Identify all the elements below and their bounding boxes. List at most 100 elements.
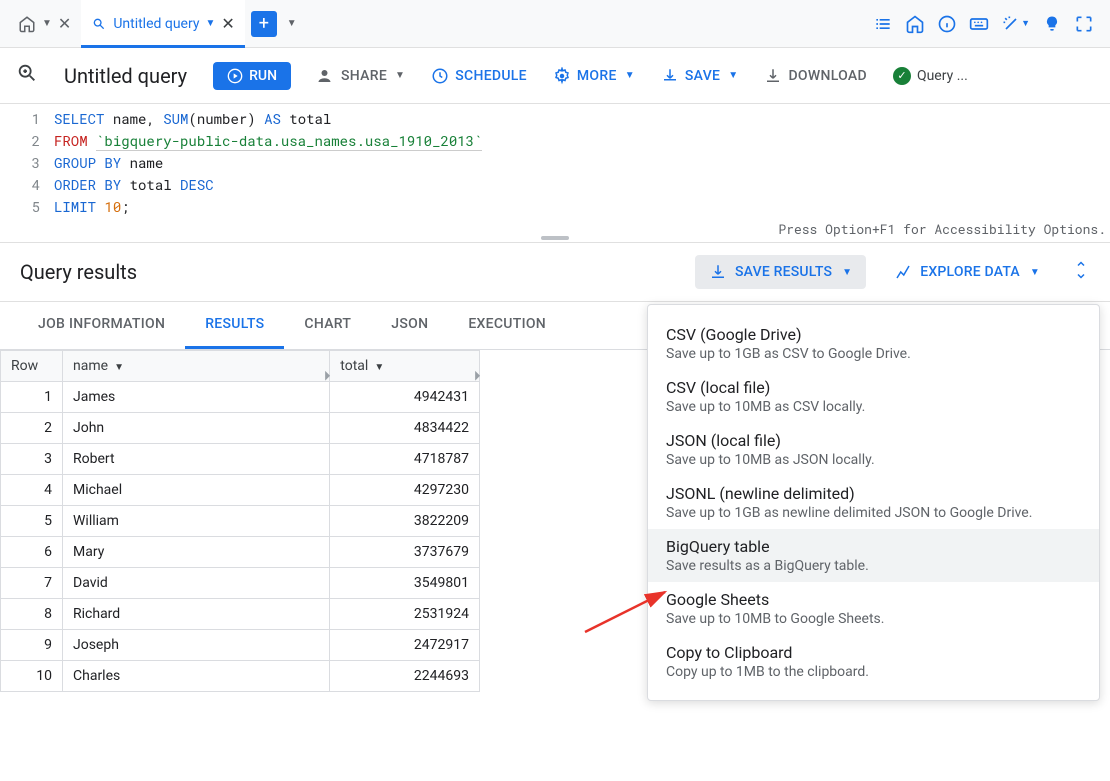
cell-row: 10 — [1, 661, 63, 692]
sort-icon: ▼ — [374, 362, 384, 373]
table-row[interactable]: 6Mary3737679 — [1, 537, 480, 568]
cell-total: 2531924 — [330, 599, 480, 630]
cell-name: Joseph — [63, 630, 330, 661]
results-title: Query results — [20, 260, 695, 284]
header-name[interactable]: name▼◢ — [63, 351, 330, 382]
list-icon[interactable] — [873, 14, 893, 34]
cell-total: 4834422 — [330, 413, 480, 444]
dropdown-item-title: Google Sheets — [666, 590, 1081, 609]
dropdown-item-title: Copy to Clipboard — [666, 643, 1081, 662]
dropdown-item[interactable]: JSON (local file) Save up to 10MB as JSON… — [648, 423, 1099, 476]
dropdown-item-title: CSV (Google Drive) — [666, 325, 1081, 344]
magnify-icon[interactable] — [16, 62, 38, 89]
dropdown-item-subtitle: Save up to 10MB as JSON locally. — [666, 452, 1081, 468]
dropdown-item[interactable]: JSONL (newline delimited)Save up to 1GB … — [648, 476, 1099, 529]
dropdown-item-subtitle: Save results as a BigQuery table. — [666, 558, 1081, 574]
cell-total: 4297230 — [330, 475, 480, 506]
dropdown-item-subtitle: Save up to 1GB as CSV to Google Drive. — [666, 346, 1081, 362]
save-icon — [661, 67, 679, 85]
check-icon: ✓ — [893, 67, 911, 85]
sort-icon: ▼ — [114, 362, 124, 373]
cell-row: 1 — [1, 382, 63, 413]
table-row[interactable]: 2John4834422 — [1, 413, 480, 444]
table-row[interactable]: 8Richard2531924 — [1, 599, 480, 630]
fullscreen-icon[interactable] — [1074, 14, 1094, 34]
dropdown-item[interactable]: CSV (local file)Save up to 10MB as CSV l… — [648, 370, 1099, 423]
top-icons: ▼ — [873, 14, 1102, 34]
magic-wand-icon[interactable]: ▼ — [1001, 14, 1030, 34]
table-row[interactable]: 4Michael4297230 — [1, 475, 480, 506]
save-results-button[interactable]: SAVE RESULTS ▼ — [695, 255, 866, 289]
chevron-down-icon: ▼ — [728, 70, 738, 81]
download-button[interactable]: DOWNLOAD — [764, 67, 867, 85]
info-icon[interactable] — [937, 14, 957, 34]
tab-execution[interactable]: EXECUTION — [448, 302, 566, 349]
cell-name: Mary — [63, 537, 330, 568]
save-button[interactable]: SAVE ▼ — [661, 67, 739, 85]
dropdown-item[interactable]: Copy to ClipboardCopy up to 1MB to the c… — [648, 635, 1099, 688]
results-header: Query results SAVE RESULTS ▼ EXPLORE DAT… — [0, 242, 1110, 302]
cell-name: Robert — [63, 444, 330, 475]
tab-job-information[interactable]: JOB INFORMATION — [18, 302, 185, 349]
table-row[interactable]: 3Robert4718787 — [1, 444, 480, 475]
close-icon[interactable]: ✕ — [58, 14, 71, 33]
dropdown-item-title: JSONL (newline delimited) — [666, 484, 1081, 503]
cell-total: 4718787 — [330, 444, 480, 475]
cell-total: 3737679 — [330, 537, 480, 568]
schedule-button[interactable]: SCHEDULE — [431, 67, 527, 85]
tab-home[interactable]: ▼ ✕ — [8, 0, 81, 48]
home-outline-icon[interactable] — [905, 14, 925, 34]
cell-row: 2 — [1, 413, 63, 444]
table-row[interactable]: 9Joseph2472917 — [1, 630, 480, 661]
table-row[interactable]: 10Charles2244693 — [1, 661, 480, 692]
dropdown-item-title: BigQuery table — [666, 537, 1081, 556]
home-icon — [18, 15, 36, 33]
tab-label: Untitled query — [113, 16, 199, 32]
dropdown-item[interactable]: Google Sheets Save up to 10MB to Google S… — [648, 582, 1099, 635]
dropdown-item-subtitle: Save up to 10MB as CSV locally. — [666, 399, 1081, 415]
run-button[interactable]: RUN — [213, 62, 291, 90]
resize-handle[interactable] — [541, 236, 569, 240]
chevron-down-icon: ▼ — [42, 18, 52, 29]
keyboard-icon[interactable] — [969, 14, 989, 34]
tab-bar: ▼ ✕ Untitled query ▼ ✕ + ▼ ▼ — [0, 0, 1110, 48]
chevron-down-icon: ▼ — [1030, 267, 1040, 278]
chevron-down-icon: ▼ — [395, 70, 405, 81]
dropdown-item-subtitle: Save up to 10MB to Google Sheets. — [666, 611, 1081, 627]
cell-row: 8 — [1, 599, 63, 630]
query-icon — [91, 16, 107, 32]
share-button[interactable]: SHARE ▼ — [317, 67, 405, 85]
table-row[interactable]: 7David3549801 — [1, 568, 480, 599]
lightbulb-icon[interactable] — [1042, 14, 1062, 34]
page-title: Untitled query — [64, 64, 187, 88]
expand-icon[interactable] — [1072, 261, 1090, 283]
tab-chart[interactable]: CHART — [284, 302, 371, 349]
cell-row: 7 — [1, 568, 63, 599]
play-icon — [227, 68, 243, 84]
schedule-icon — [431, 67, 449, 85]
chevron-down-icon[interactable]: ▼ — [287, 18, 297, 29]
dropdown-item[interactable]: BigQuery table Save results as a BigQuery… — [648, 529, 1099, 582]
cell-name: Charles — [63, 661, 330, 692]
cell-total: 2244693 — [330, 661, 480, 692]
new-tab-button[interactable]: + — [251, 11, 277, 37]
download-icon — [764, 67, 782, 85]
more-button[interactable]: MORE ▼ — [553, 67, 635, 85]
dropdown-item-title: JSON (local file) — [666, 431, 1081, 450]
tab-json[interactable]: JSON — [371, 302, 448, 349]
header-row[interactable]: Row — [1, 351, 63, 382]
sql-editor[interactable]: 1 2 3 4 5 SELECT name, SUM(number) AS to… — [0, 104, 1110, 242]
close-icon[interactable]: ✕ — [221, 14, 234, 33]
cell-name: Michael — [63, 475, 330, 506]
dropdown-item[interactable]: CSV (Google Drive) Save up to 1GB as CSV … — [648, 317, 1099, 370]
run-label: RUN — [249, 68, 277, 84]
chevron-down-icon: ▼ — [625, 70, 635, 81]
cell-row: 9 — [1, 630, 63, 661]
tab-query[interactable]: Untitled query ▼ ✕ — [81, 0, 244, 48]
query-validation: ✓ Query ... — [893, 67, 968, 85]
tab-results[interactable]: RESULTS — [185, 302, 284, 349]
table-row[interactable]: 5William3822209 — [1, 506, 480, 537]
explore-data-button[interactable]: EXPLORE DATA ▼ — [880, 255, 1054, 289]
header-total[interactable]: total▼◢ — [330, 351, 480, 382]
table-row[interactable]: 1James4942431 — [1, 382, 480, 413]
